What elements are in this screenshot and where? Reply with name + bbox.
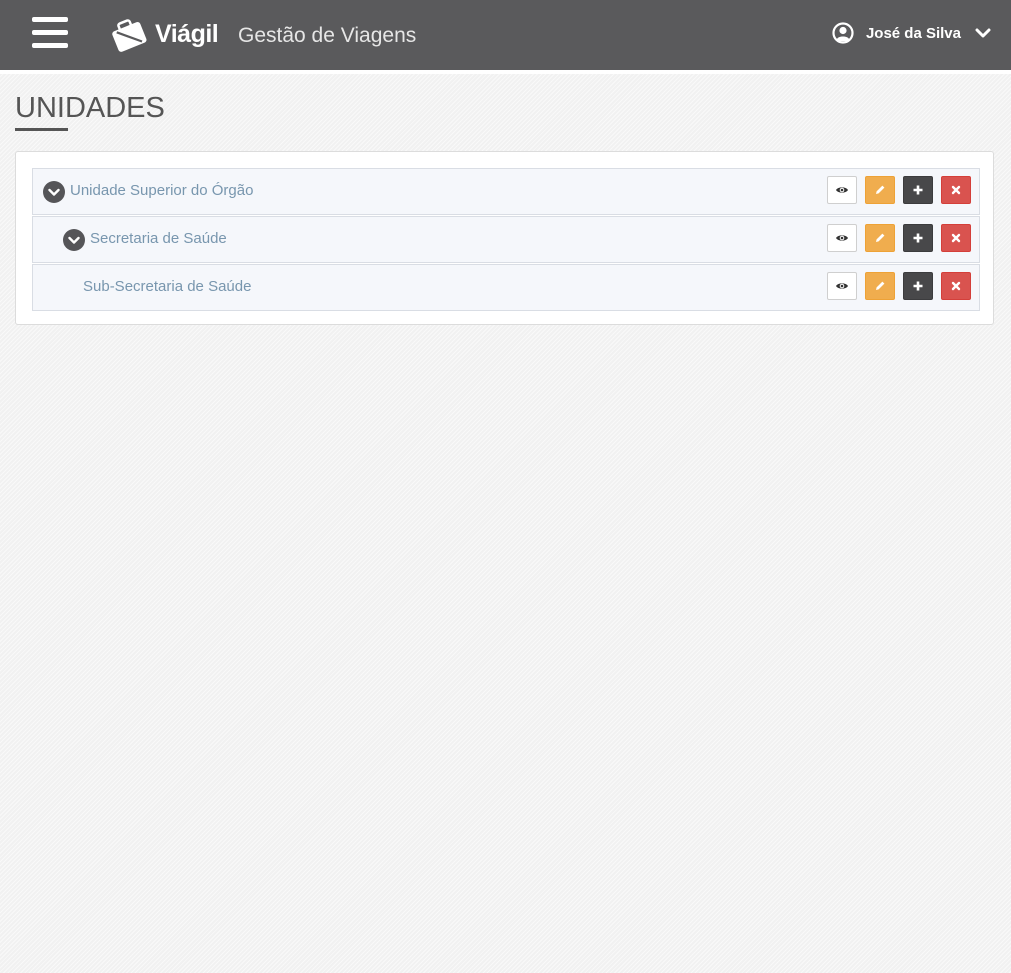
pencil-icon xyxy=(876,281,885,290)
eye-icon xyxy=(836,187,848,193)
unit-link[interactable]: Sub-Secretaria de Saúde xyxy=(83,278,251,295)
row-actions xyxy=(819,176,971,204)
edit-button[interactable] xyxy=(865,224,895,252)
brand-logo[interactable]: Viágil xyxy=(107,14,219,54)
suitcase-logo-icon xyxy=(112,19,147,52)
user-avatar-icon xyxy=(832,22,854,44)
add-child-button[interactable] xyxy=(903,176,933,204)
brand-name: Viágil xyxy=(155,19,219,48)
units-panel: Unidade Superior do Órgão Secretaria de … xyxy=(15,151,994,325)
view-button[interactable] xyxy=(827,224,857,252)
add-child-button[interactable] xyxy=(903,224,933,252)
user-menu[interactable]: José da Silva xyxy=(832,22,991,44)
view-button[interactable] xyxy=(827,176,857,204)
collapse-toggle[interactable] xyxy=(63,229,85,251)
chevron-down-icon xyxy=(48,188,60,196)
chevron-down-icon xyxy=(975,28,991,38)
user-name: José da Silva xyxy=(865,24,961,42)
hamburger-bar xyxy=(32,17,68,22)
delete-button[interactable] xyxy=(941,176,971,204)
row-actions xyxy=(819,272,971,300)
plus-icon xyxy=(913,233,923,243)
eye-icon xyxy=(836,283,848,289)
menu-toggle-button[interactable] xyxy=(32,17,68,49)
hamburger-bar xyxy=(32,43,68,48)
edit-button[interactable] xyxy=(865,176,895,204)
view-button[interactable] xyxy=(827,272,857,300)
hamburger-bar xyxy=(32,30,68,35)
unit-link[interactable]: Unidade Superior do Órgão xyxy=(70,182,253,199)
delete-button[interactable] xyxy=(941,272,971,300)
add-child-button[interactable] xyxy=(903,272,933,300)
pencil-icon xyxy=(876,233,885,242)
title-underline xyxy=(15,128,68,131)
edit-button[interactable] xyxy=(865,272,895,300)
plus-icon xyxy=(913,281,923,291)
unit-link[interactable]: Secretaria de Saúde xyxy=(90,230,227,247)
collapse-toggle[interactable] xyxy=(43,181,65,203)
plus-icon xyxy=(913,185,923,195)
row-actions xyxy=(819,224,971,252)
close-icon xyxy=(951,185,961,195)
tree-row: Unidade Superior do Órgão xyxy=(32,168,980,215)
chevron-down-icon xyxy=(68,236,80,244)
page-title: UNIDADES xyxy=(15,92,165,124)
tree-row: Secretaria de Saúde xyxy=(32,216,980,263)
eye-icon xyxy=(836,235,848,241)
units-tree: Unidade Superior do Órgão Secretaria de … xyxy=(32,168,980,311)
close-icon xyxy=(951,281,961,291)
top-navbar: Viágil Gestão de Viagens José da Silva xyxy=(0,0,1011,74)
close-icon xyxy=(951,233,961,243)
app-title: Gestão de Viagens xyxy=(238,24,417,47)
pencil-icon xyxy=(876,185,885,194)
delete-button[interactable] xyxy=(941,224,971,252)
tree-row: Sub-Secretaria de Saúde xyxy=(32,264,980,311)
